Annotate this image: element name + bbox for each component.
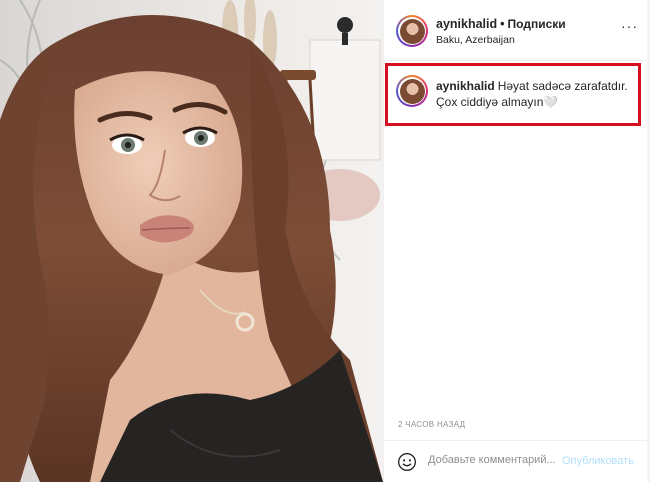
header-user-line: aynikhalid • Подписки	[436, 17, 566, 31]
caption-text-block: aynikhalid Həyat sadəcə zarafatdır. Çox c…	[436, 78, 636, 110]
post-timestamp[interactable]: 2 ЧАСОВ НАЗАД	[398, 420, 465, 429]
comment-input[interactable]	[428, 454, 558, 466]
caption-username[interactable]: aynikhalid	[436, 79, 495, 93]
post-side-panel: aynikhalid • Подписки Baku, Azerbaijan ···…	[383, 0, 650, 482]
post-photo[interactable]	[0, 0, 383, 482]
separator-dot: •	[500, 17, 505, 31]
avatar[interactable]	[396, 15, 428, 47]
follow-status-button[interactable]: Подписки	[508, 17, 566, 31]
location-link[interactable]: Baku, Azerbaijan	[436, 34, 515, 46]
add-comment-bar: Опубликовать	[384, 441, 650, 482]
post-header: aynikhalid • Подписки Baku, Azerbaijan ···	[384, 0, 650, 61]
post-image	[0, 0, 383, 482]
header-username[interactable]: aynikhalid	[436, 17, 497, 31]
publish-button[interactable]: Опубликовать	[562, 455, 634, 467]
emoji-icon[interactable]	[397, 452, 417, 472]
more-options-icon[interactable]: ···	[621, 19, 638, 33]
caption-comment: aynikhalid Həyat sadəcə zarafatdır. Çox c…	[384, 61, 650, 123]
caption-avatar[interactable]	[396, 75, 428, 107]
